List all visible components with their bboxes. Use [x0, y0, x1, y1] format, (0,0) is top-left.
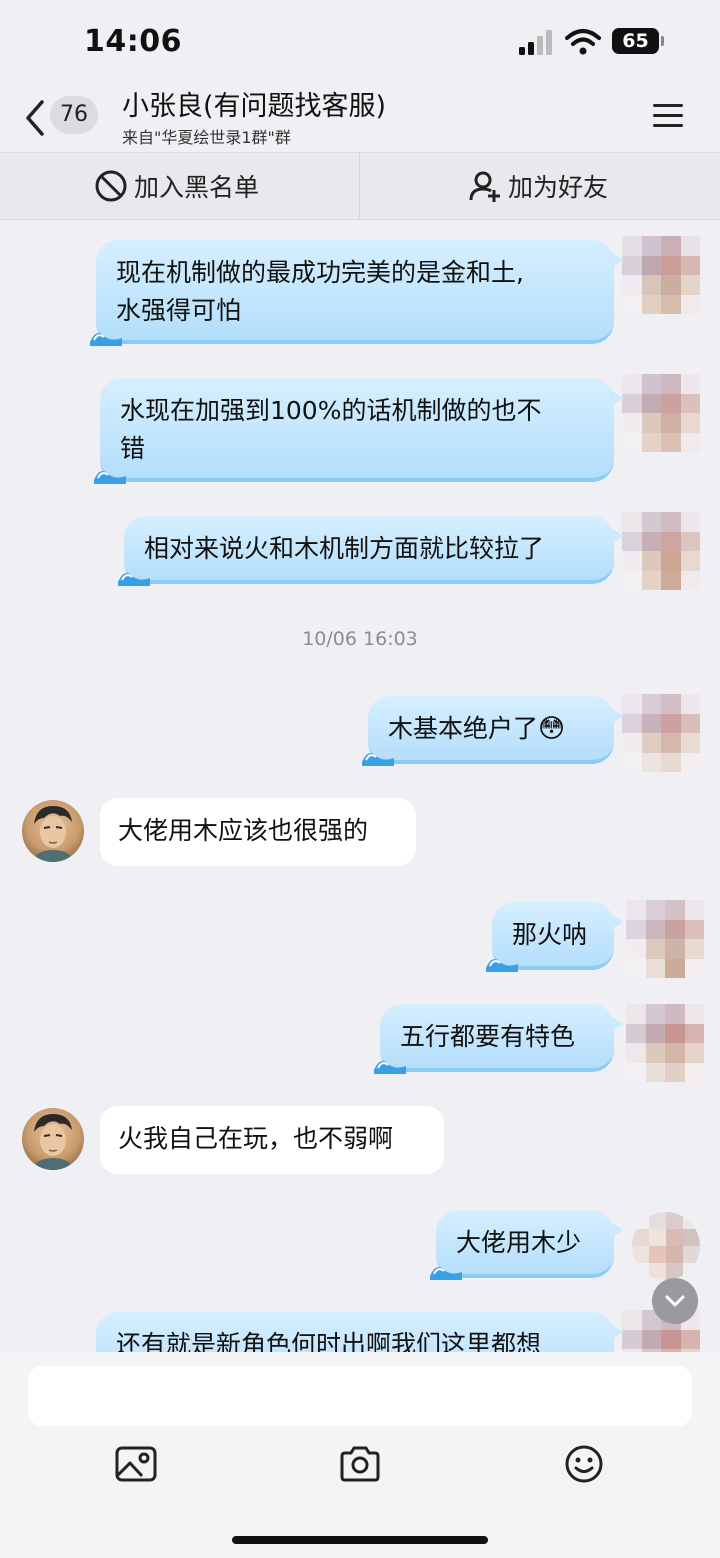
action-divider: [359, 153, 360, 219]
signal-icon: [519, 30, 552, 55]
message-text: 木基本绝户了: [388, 714, 539, 743]
message-bubble[interactable]: 现在机制做的最成功完美的是金和土, 水强得可怕: [90, 240, 624, 346]
message-text: 大佬用木应该也很强的: [118, 816, 369, 845]
block-icon: [95, 170, 127, 202]
message-bubble[interactable]: 火我自己在玩，也不弱啊: [100, 1106, 444, 1174]
add-user-icon: [469, 171, 500, 202]
blacklist-button[interactable]: 加入黑名单: [94, 153, 259, 219]
scroll-to-bottom-button[interactable]: [652, 1278, 698, 1324]
wave-icon: [362, 753, 394, 766]
hamburger-icon[interactable]: [652, 102, 684, 130]
wave-icon: [374, 1061, 406, 1074]
message-text: 相对来说火和木机制方面就比较拉了: [144, 534, 545, 563]
home-indicator: [232, 1536, 488, 1544]
message-bubble[interactable]: 那火呐: [486, 902, 624, 972]
unread-badge[interactable]: 76: [50, 96, 98, 134]
message-bubble[interactable]: 大佬用木少: [430, 1210, 624, 1280]
blacklist-label: 加入黑名单: [134, 173, 260, 202]
battery-indicator: 65: [612, 28, 664, 54]
message-text: 水强得可怕: [116, 296, 242, 325]
wave-icon: [118, 573, 150, 586]
message-input[interactable]: [28, 1366, 692, 1426]
chat-subtitle: 来自"华夏绘世录1群"群: [122, 128, 291, 147]
message-timestamp: 10/06 16:03: [302, 628, 418, 650]
message-bubble[interactable]: 大佬用木应该也很强的: [100, 798, 416, 866]
avatar[interactable]: [622, 512, 700, 590]
add-friend-label: 加为好友: [508, 173, 609, 202]
message-text: 水现在加强到100%的话机制做的也不: [120, 396, 542, 425]
message-text: 现在机制做的最成功完美的是金和土,: [116, 258, 524, 287]
message-text: 大佬用木少: [456, 1228, 582, 1257]
chat-header: 76 小张良(有问题找客服) 来自"华夏绘世录1群"群: [0, 82, 720, 152]
message-bubble[interactable]: 相对来说火和木机制方面就比较拉了: [118, 516, 624, 586]
message-bubble[interactable]: 五行都要有特色: [374, 1004, 624, 1074]
status-time: 14:06: [84, 24, 182, 59]
wave-icon: [90, 333, 122, 346]
avatar[interactable]: [22, 800, 84, 862]
chat-title: 小张良(有问题找客服): [122, 91, 387, 122]
avatar[interactable]: [622, 374, 700, 452]
message-text: 错: [120, 434, 146, 463]
avatar[interactable]: [632, 1212, 700, 1280]
character-avatar-icon: [32, 806, 74, 862]
message-text: 火我自己在玩，也不弱啊: [118, 1124, 394, 1153]
battery-level: 65: [612, 28, 659, 54]
message-bubble[interactable]: 水现在加强到100%的话机制做的也不 错: [94, 378, 624, 484]
camera-icon[interactable]: [338, 1444, 382, 1484]
avatar[interactable]: [626, 1004, 704, 1082]
avatar[interactable]: [22, 1108, 84, 1170]
wave-icon: [430, 1267, 462, 1280]
status-bar: 14:06 65: [0, 0, 720, 82]
character-avatar-icon: [32, 1114, 74, 1170]
input-area: [0, 1352, 720, 1558]
chevron-left-icon[interactable]: [22, 98, 48, 138]
message-text: 那火呐: [512, 920, 588, 949]
message-bubble[interactable]: 木基本绝户了😳: [362, 696, 624, 766]
image-icon[interactable]: [114, 1444, 158, 1484]
wave-icon: [94, 471, 126, 484]
chevron-down-icon: [665, 1295, 685, 1307]
action-bar: 加入黑名单 加为好友: [0, 152, 720, 220]
avatar[interactable]: [622, 694, 700, 772]
add-friend-button[interactable]: 加为好友: [468, 153, 608, 219]
avatar[interactable]: [626, 900, 704, 978]
smile-icon[interactable]: [562, 1444, 606, 1484]
flushed-emoji: 😳: [538, 714, 566, 744]
wave-icon: [486, 959, 518, 972]
avatar[interactable]: [622, 236, 700, 314]
message-text: 五行都要有特色: [400, 1022, 576, 1051]
wifi-icon: [565, 29, 601, 55]
